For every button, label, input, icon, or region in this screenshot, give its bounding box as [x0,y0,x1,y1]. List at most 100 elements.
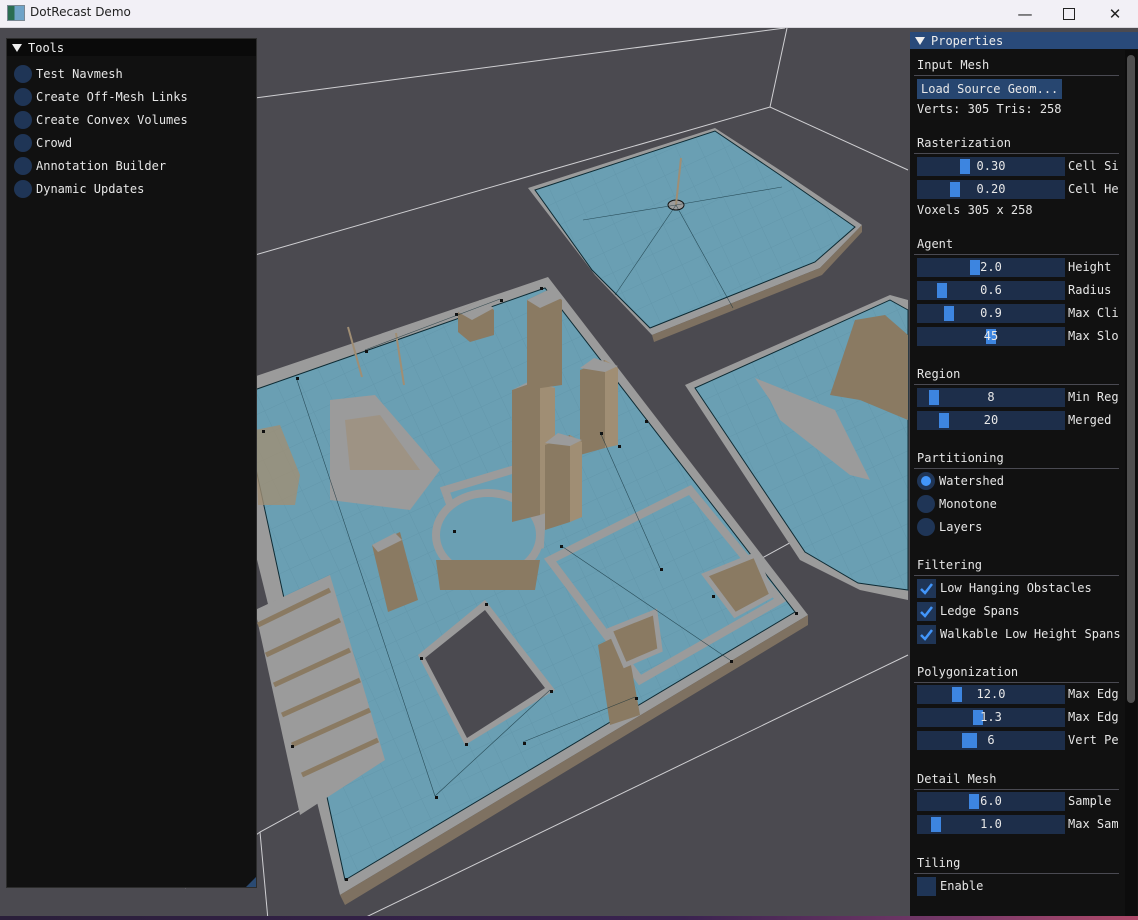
section-agent: Agent [917,237,954,251]
ledge-spans-checkbox[interactable]: Ledge Spans [917,601,1019,621]
slider-value: 6 [987,733,995,747]
tools-panel-title: Tools [28,40,65,55]
option-label: Walkable Low Height Spans [940,627,1121,641]
scrollbar-thumb[interactable] [1127,55,1135,703]
tool-annotation-builder[interactable]: Annotation Builder [14,156,166,176]
agent-height-label: Height [1068,260,1112,274]
min-region-size-label: Min Region Size [1068,390,1118,404]
agent-height-slider[interactable]: 2.0 [917,258,1065,277]
cell-size-slider[interactable]: 0.30 [917,157,1065,176]
radio-icon [14,157,32,175]
divider [914,254,1119,255]
slider-value: 6.0 [980,794,1002,808]
divider [914,682,1119,683]
agent-radius-label: Radius [1068,283,1112,297]
max-sample-error-label: Max Sample Error [1068,817,1118,831]
slider-value: 1.3 [980,710,1002,724]
minimize-icon: — [1017,4,1033,23]
section-filtering: Filtering [917,558,983,572]
close-button[interactable]: ✕ [1092,0,1138,27]
radio-selected-icon [917,472,935,490]
section-tiling: Tiling [917,856,961,870]
section-region: Region [917,367,961,381]
checkmark-icon [920,605,933,618]
cell-height-slider[interactable]: 0.20 [917,180,1065,199]
slider-value: 0.6 [980,283,1002,297]
divider [914,789,1119,790]
tool-create-convex-volumes[interactable]: Create Convex Volumes [14,110,188,130]
divider [914,575,1119,576]
tool-label: Test Navmesh [36,67,123,81]
collapse-triangle-icon [12,43,22,52]
radio-icon [917,495,935,513]
tool-dynamic-updates[interactable]: Dynamic Updates [14,179,144,199]
max-edge-length-label: Max Edge Length [1068,687,1118,701]
divider [914,153,1119,154]
checkbox [917,601,936,621]
partition-monotone-radio[interactable]: Monotone [917,494,997,514]
option-label: Layers [939,520,983,534]
properties-panel-header[interactable]: Properties [910,32,1138,49]
cell-height-label: Cell Height [1068,182,1118,196]
load-source-geom-button[interactable]: Load Source Geom... [917,79,1063,99]
partition-layers-radio[interactable]: Layers [917,517,982,537]
max-edge-error-slider[interactable]: 1.3 [917,708,1065,727]
max-sample-error-slider[interactable]: 1.0 [917,815,1065,834]
max-climb-slider[interactable]: 0.9 [917,304,1065,323]
tool-label: Create Convex Volumes [36,113,188,127]
max-slope-label: Max Slope [1068,329,1118,343]
max-slope-slider[interactable]: 45 [917,327,1065,346]
merged-region-size-slider[interactable]: 20 [917,411,1065,430]
slider-value: 45 [983,329,999,343]
max-edge-length-slider[interactable]: 12.0 [917,685,1065,704]
slider-value: 2.0 [980,260,1002,274]
slider-value: 20 [983,413,999,427]
tool-label: Crowd [36,136,73,150]
checkbox [917,876,936,896]
voxels-stat: Voxels 305 x 258 [917,203,1033,217]
collapse-triangle-icon [915,36,925,45]
radio-icon [14,88,32,106]
divider [914,75,1119,76]
divider [914,468,1119,469]
checkbox [917,578,936,598]
section-rasterization: Rasterization [917,136,1011,150]
radio-icon [917,518,935,536]
tool-crowd[interactable]: Crowd [14,133,72,153]
app-icon [7,5,25,21]
minimize-button[interactable]: — [1002,0,1048,27]
agent-radius-slider[interactable]: 0.6 [917,281,1065,300]
maximize-button[interactable] [1046,0,1092,27]
section-input-mesh: Input Mesh [917,58,990,72]
section-partitioning: Partitioning [917,451,1004,465]
title-bar: DotRecast Demo — ✕ [0,0,1138,28]
radio-icon [14,134,32,152]
section-polygonization: Polygonization [917,665,1019,679]
tools-panel: Tools Test Navmesh Create Off-Mesh Links… [6,38,257,888]
properties-scrollbar[interactable] [1125,50,1137,916]
tool-label: Create Off-Mesh Links [36,90,188,104]
sample-distance-slider[interactable]: 6.0 [917,792,1065,811]
partition-watershed-radio[interactable]: Watershed [917,471,1004,491]
checkmark-icon [920,628,933,641]
min-region-size-slider[interactable]: 8 [917,388,1065,407]
tool-create-off-mesh-links[interactable]: Create Off-Mesh Links [14,87,188,107]
mesh-stats: Verts: 305 Tris: 258 [917,102,1062,116]
radio-icon [14,180,32,198]
checkmark-icon [920,582,933,595]
tiling-enable-checkbox[interactable]: Enable [917,876,983,896]
option-label: Ledge Spans [940,604,1020,618]
low-hanging-obstacles-checkbox[interactable]: Low Hanging Obstacles [917,578,1092,598]
walkable-low-height-spans-checkbox[interactable]: Walkable Low Height Spans [917,624,1121,644]
tool-label: Dynamic Updates [36,182,145,196]
window-title: DotRecast Demo [30,5,131,19]
option-label: Monotone [939,497,997,511]
tool-test-navmesh[interactable]: Test Navmesh [14,64,123,84]
resize-grip[interactable] [246,877,256,887]
vert-per-poly-label: Vert Per Poly [1068,733,1118,747]
sample-distance-label: Sample Distance [1068,794,1118,808]
checkbox [917,624,936,644]
vert-per-poly-slider[interactable]: 6 [917,731,1065,750]
radio-icon [14,111,32,129]
tools-panel-header[interactable]: Tools [7,39,256,56]
